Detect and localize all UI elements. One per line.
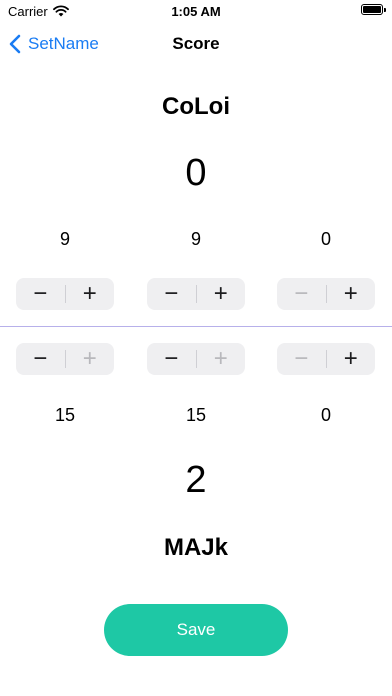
- plus-button[interactable]: +: [66, 278, 115, 310]
- minus-button[interactable]: −: [277, 278, 326, 310]
- plus-button[interactable]: +: [327, 278, 376, 310]
- player-top-score-2: 9: [190, 229, 201, 249]
- player-top-score-1: 9: [59, 229, 70, 249]
- minus-button[interactable]: −: [16, 278, 65, 310]
- center-divider: [0, 326, 392, 327]
- plus-button[interactable]: +: [197, 343, 246, 375]
- plus-button[interactable]: +: [197, 278, 246, 310]
- player-bottom-stepper-1: − +: [16, 343, 114, 375]
- page-title: Score: [172, 34, 220, 53]
- minus-button[interactable]: −: [16, 343, 65, 375]
- player-bottom-score-1: 15: [54, 405, 76, 425]
- player-bottom-total: 2: [185, 459, 207, 501]
- status-time: 1:05 AM: [171, 4, 221, 19]
- status-bar: Carrier 1:05 AM: [0, 0, 392, 24]
- player-top-stepper-3: − +: [277, 278, 375, 310]
- player-top-stepper-2: − +: [147, 278, 245, 310]
- player-top-total: 0: [185, 152, 207, 194]
- minus-button[interactable]: −: [147, 343, 196, 375]
- battery-level: [363, 6, 381, 13]
- plus-button[interactable]: +: [66, 343, 115, 375]
- player-top-stepper-1: − +: [16, 278, 114, 310]
- minus-button[interactable]: −: [277, 343, 326, 375]
- player-top-score-3: 0: [320, 229, 331, 249]
- minus-button[interactable]: −: [147, 278, 196, 310]
- save-button[interactable]: Save: [104, 604, 288, 656]
- player-bottom-stepper-2: − +: [147, 343, 245, 375]
- battery-tip: [384, 7, 386, 12]
- plus-button[interactable]: +: [327, 343, 376, 375]
- player-top-name: CoLoi: [162, 93, 230, 120]
- player-bottom-score-3: 0: [320, 405, 331, 425]
- battery-icon: [361, 4, 383, 15]
- player-bottom-name: MAJk: [163, 534, 229, 561]
- player-bottom-score-2: 15: [185, 405, 207, 425]
- player-bottom-stepper-3: − +: [277, 343, 375, 375]
